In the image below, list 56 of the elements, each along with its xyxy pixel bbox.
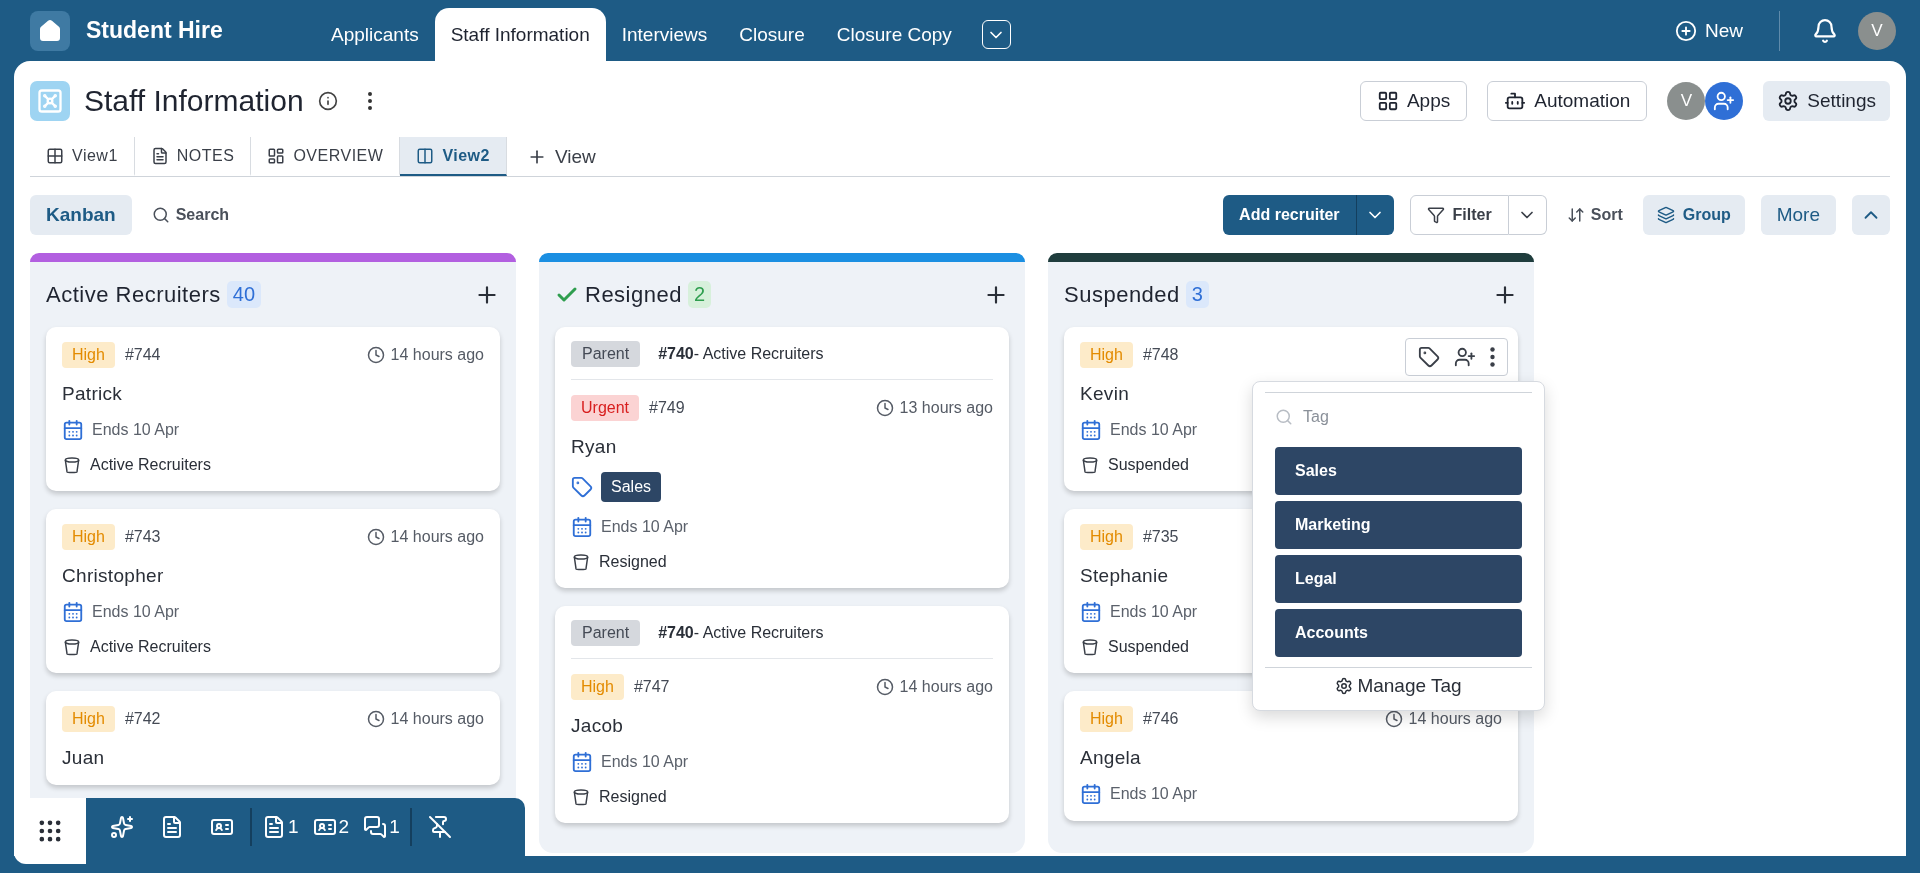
due-date: Ends 10 Apr <box>1110 421 1198 439</box>
due-date: Ends 10 Apr <box>1110 785 1198 803</box>
card-id: #749 <box>649 399 685 417</box>
parent-label: Parent <box>571 341 641 367</box>
count-badge: 3 <box>1185 281 1209 308</box>
priority-label: Urgent <box>571 395 640 421</box>
card-id: #735 <box>1142 528 1179 546</box>
card-time: 14 hours ago <box>366 528 484 546</box>
priority-label: High <box>62 342 115 368</box>
count-badge: 2 <box>687 281 712 308</box>
stage-name: Suspended <box>1108 456 1189 474</box>
priority-label: High <box>1080 706 1133 732</box>
app-name: Student Hire <box>86 17 223 44</box>
count-badge: 40 <box>226 281 262 308</box>
card-name: Angela <box>1080 747 1141 769</box>
card-name: Stephanie <box>1080 565 1169 587</box>
card-name: Patrick <box>62 383 123 405</box>
parent-reference: #740- Active Recruiters <box>658 624 824 642</box>
card-id: #747 <box>633 678 670 696</box>
card-id: #742 <box>124 710 161 728</box>
stage-name: Resigned <box>599 553 667 571</box>
stage-name: Active Recruiters <box>90 638 211 656</box>
card-id: #748 <box>1142 346 1179 364</box>
card-name: Jacob <box>571 715 624 737</box>
due-date: Ends 10 Apr <box>92 603 180 621</box>
card-time: 14 hours ago <box>366 710 484 728</box>
card-id: #744 <box>124 346 161 364</box>
due-date: Ends 10 Apr <box>601 753 689 771</box>
card-id: #746 <box>1142 710 1179 728</box>
due-date: Ends 10 Apr <box>92 421 180 439</box>
parent-reference: #740- Active Recruiters <box>658 345 824 363</box>
page-title: Staff Information <box>84 84 304 118</box>
column-title: Suspended <box>1064 281 1180 308</box>
stage-name: Suspended <box>1108 638 1189 656</box>
due-date: Ends 10 Apr <box>601 518 689 536</box>
card-id: #743 <box>124 528 161 546</box>
column-title: Resigned <box>585 281 682 308</box>
card-time: 14 hours ago <box>1384 710 1502 728</box>
priority-label: High <box>62 524 115 550</box>
tag-chip: Sales <box>601 472 662 502</box>
card-name: Juan <box>62 747 105 769</box>
card-name: Christopher <box>62 565 164 587</box>
card-name: Kevin <box>1080 383 1130 405</box>
column-title: Active Recruiters <box>46 281 221 308</box>
due-date: Ends 10 Apr <box>1110 603 1198 621</box>
stage-name: Active Recruiters <box>90 456 211 474</box>
priority-label: High <box>62 706 115 732</box>
card-time: 14 hours ago <box>875 678 993 696</box>
priority-label: High <box>1080 524 1133 550</box>
priority-label: High <box>571 674 624 700</box>
priority-label: High <box>1080 342 1133 368</box>
parent-label: Parent <box>571 620 641 646</box>
card-time: 14 hours ago <box>366 346 484 364</box>
stage-name: Resigned <box>599 788 667 806</box>
card-time: 13 hours ago <box>875 399 993 417</box>
card-name: Ryan <box>571 436 617 458</box>
